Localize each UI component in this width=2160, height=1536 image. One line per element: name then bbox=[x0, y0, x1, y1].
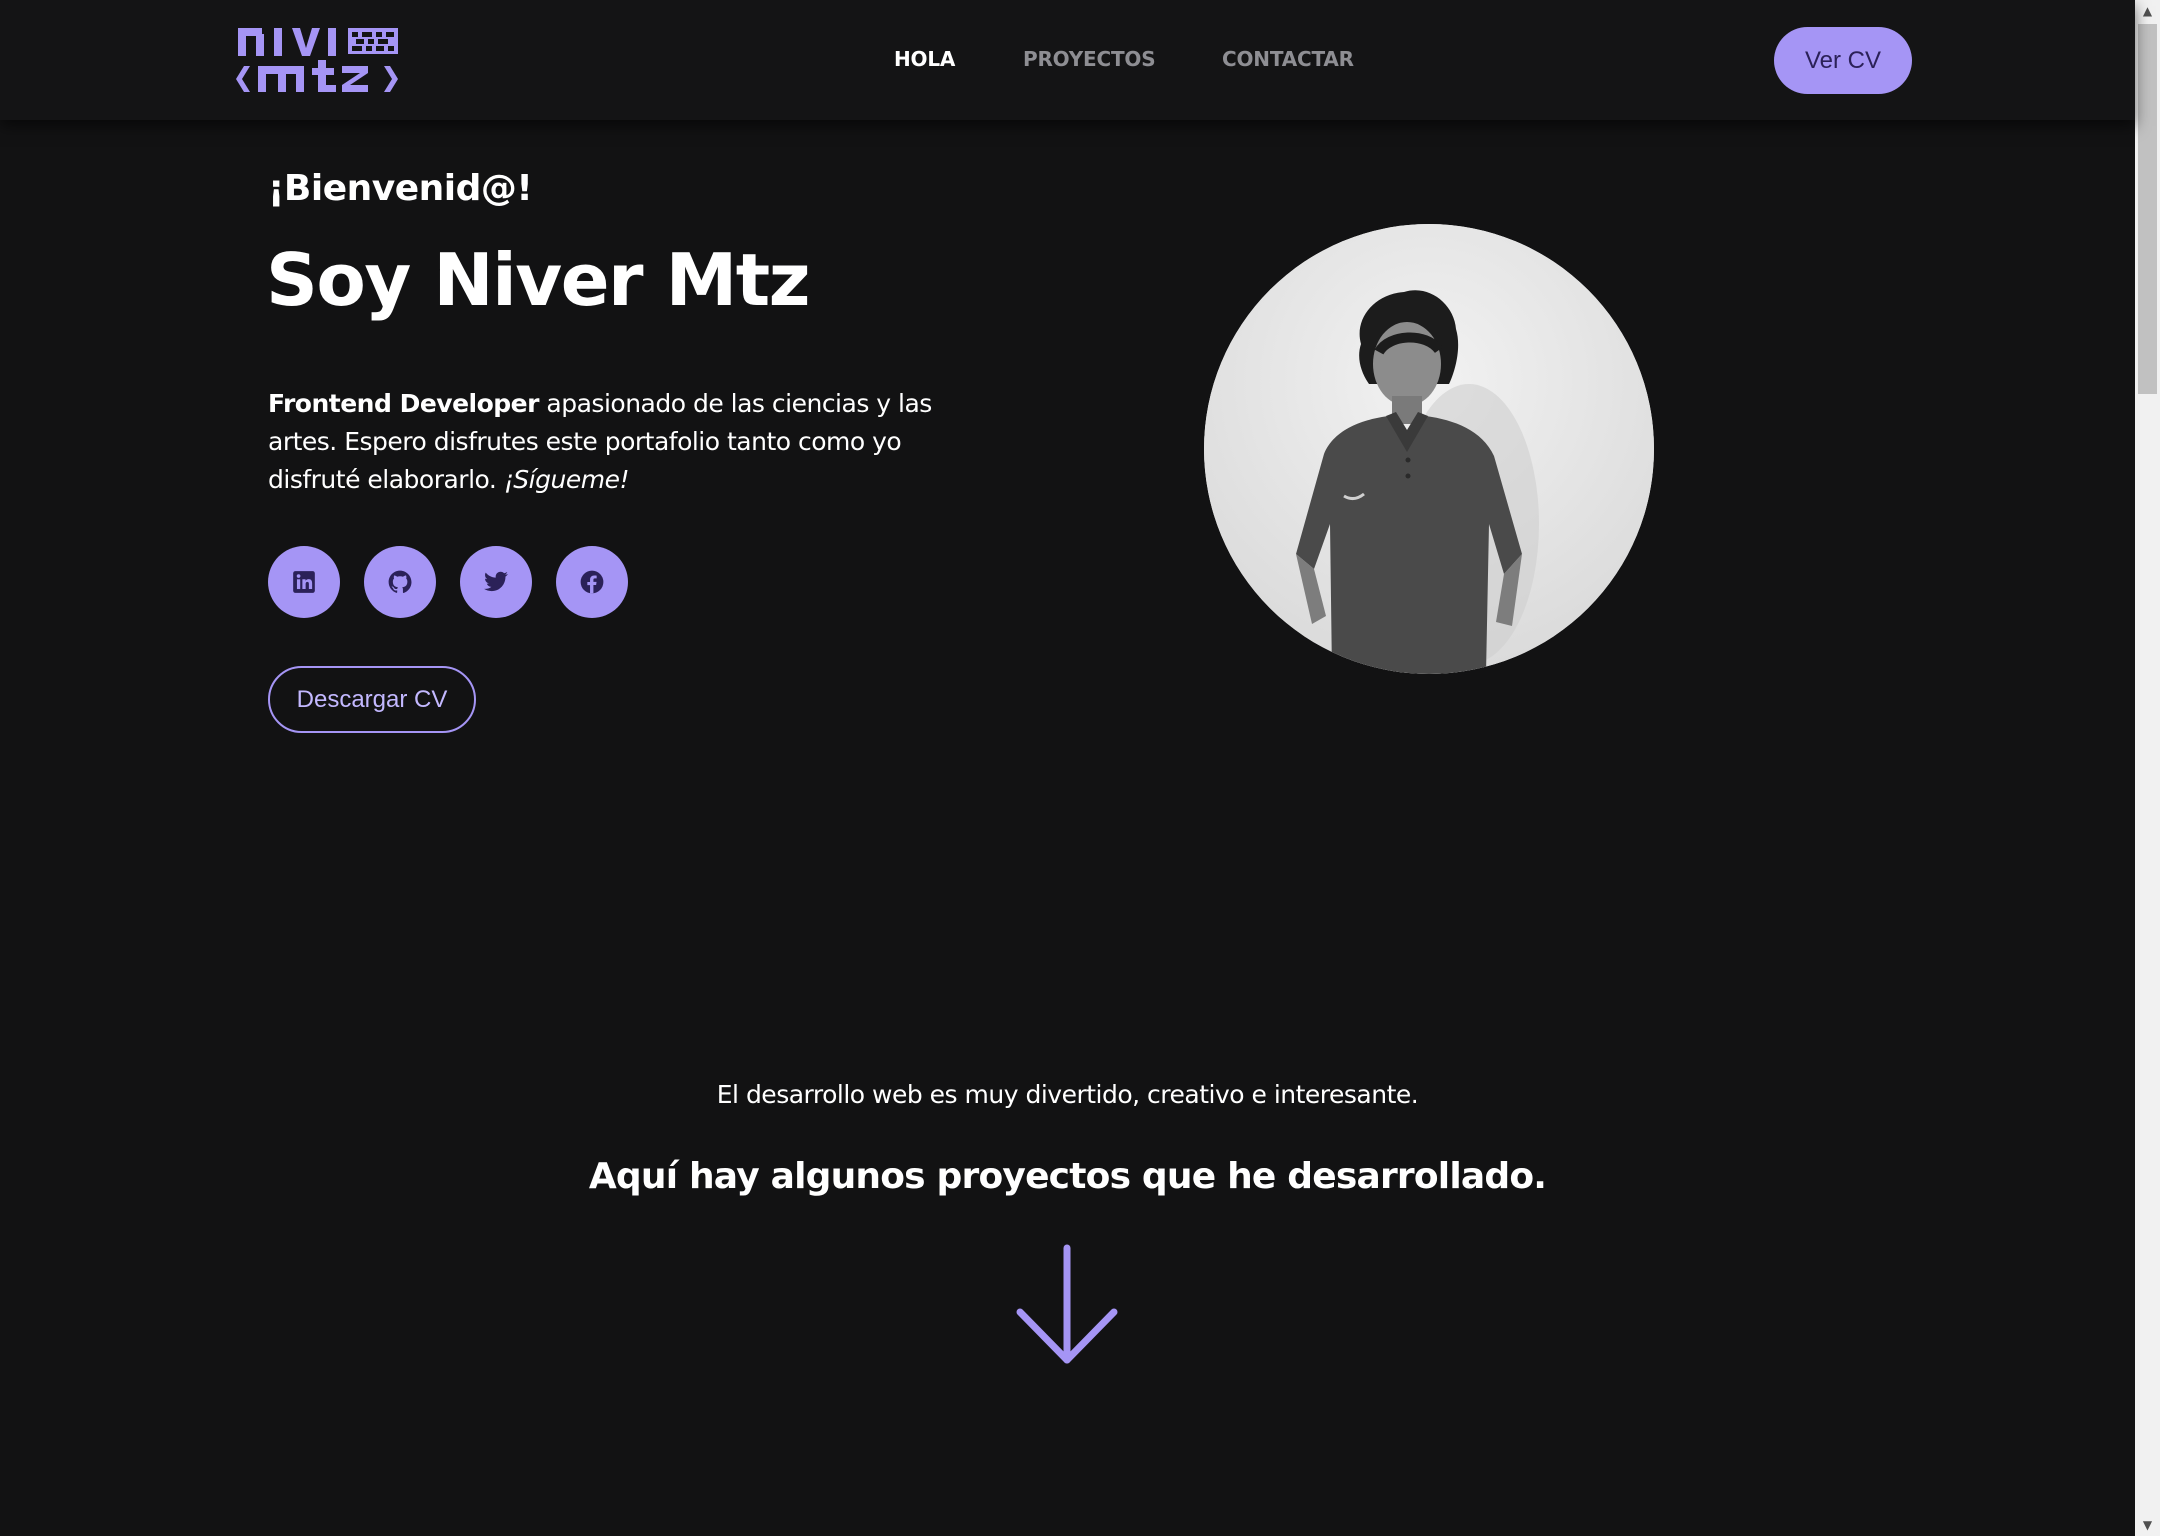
page-scrollbar[interactable]: ▲ ▼ bbox=[2135, 0, 2160, 1536]
github-button[interactable] bbox=[364, 546, 436, 618]
facebook-button[interactable] bbox=[556, 546, 628, 618]
scrollbar-thumb[interactable] bbox=[2138, 24, 2157, 394]
twitter-button[interactable] bbox=[460, 546, 532, 618]
site-header: HOLA PROYECTOS CONTACTAR Ver CV bbox=[0, 0, 2135, 120]
linkedin-icon bbox=[293, 571, 315, 593]
linkedin-button[interactable] bbox=[268, 546, 340, 618]
hero-title: Soy Niver Mtz bbox=[266, 238, 811, 322]
view-cv-button[interactable]: Ver CV bbox=[1774, 27, 1912, 94]
nav-link-contactar[interactable]: CONTACTAR bbox=[1222, 47, 1354, 71]
hero-description: Frontend Developer apasionado de las cie… bbox=[268, 385, 938, 499]
arrow-down-icon[interactable] bbox=[1014, 1242, 1120, 1368]
projects-intro-text: El desarrollo web es muy divertido, crea… bbox=[716, 1080, 1419, 1109]
hero-greeting: ¡Bienvenid@! bbox=[268, 168, 533, 209]
download-cv-button[interactable]: Descargar CV bbox=[268, 666, 476, 733]
facebook-icon bbox=[580, 570, 604, 594]
hero-role: Frontend Developer bbox=[268, 389, 539, 418]
projects-intro-heading: Aquí hay algunos proyectos que he desarr… bbox=[588, 1156, 1547, 1197]
github-icon bbox=[388, 570, 412, 593]
nav-link-hola[interactable]: HOLA bbox=[894, 47, 955, 71]
twitter-icon bbox=[484, 571, 508, 592]
scroll-down-arrow-icon[interactable]: ▼ bbox=[2135, 1514, 2160, 1536]
profile-photo-image bbox=[1204, 224, 1654, 674]
hero-follow-me: ¡Sígueme! bbox=[503, 465, 630, 494]
nav-link-proyectos[interactable]: PROYECTOS bbox=[1023, 47, 1156, 71]
profile-photo bbox=[1204, 224, 1654, 674]
scroll-up-arrow-icon[interactable]: ▲ bbox=[2135, 0, 2160, 22]
